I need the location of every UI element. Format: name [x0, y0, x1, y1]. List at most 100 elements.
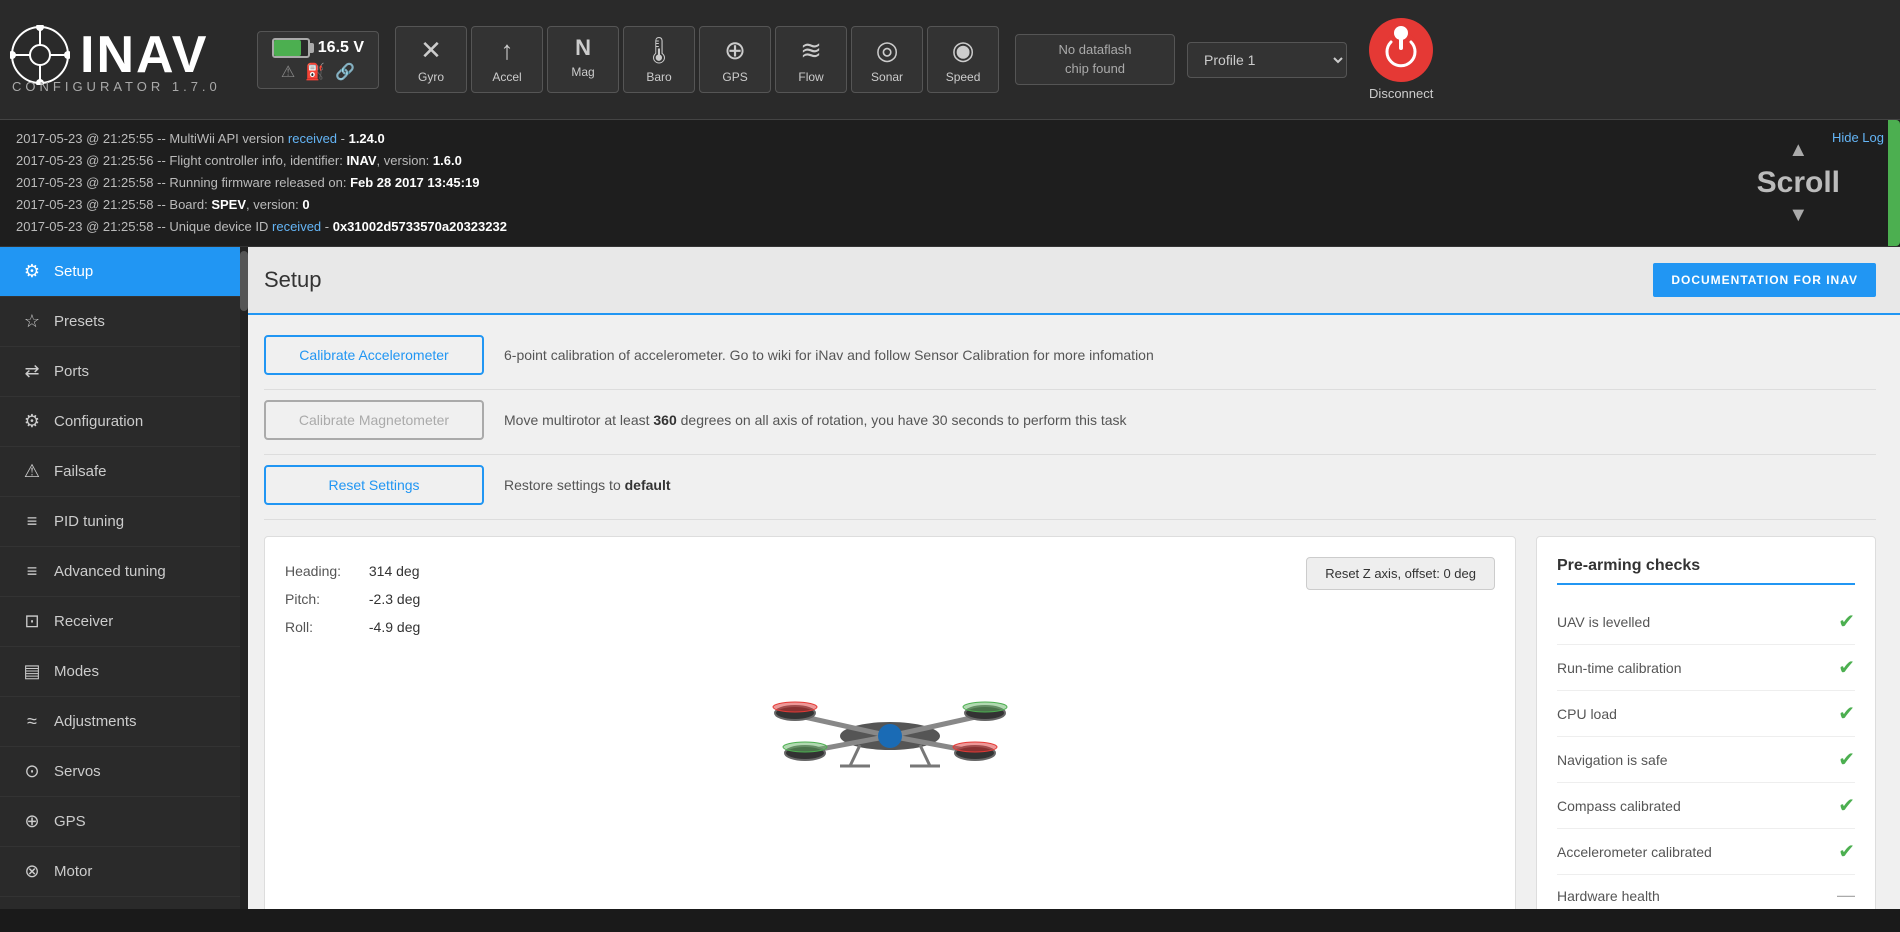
sensor-buttons: ✕ Gyro ↑ Accel N Mag 🌡 Baro ⊕ GPS ≋ Flow… [395, 26, 999, 93]
calibrate-magnetometer-desc: Move multirotor at least 360 degrees on … [504, 412, 1876, 428]
battery-top: 16.5 V [272, 38, 364, 58]
sidebar-label-advanced: Advanced tuning [54, 563, 166, 580]
check-hardware-health: Hardware health — [1557, 875, 1855, 909]
divider-3 [264, 519, 1876, 520]
battery-icon [272, 38, 310, 58]
calibrate-magnetometer-button[interactable]: Calibrate Magnetometer [264, 400, 484, 440]
log-line-5: 2017-05-23 @ 21:25:58 -- Unique device I… [16, 216, 1884, 238]
sidebar-item-servos[interactable]: ⊙ Servos [0, 747, 240, 797]
sidebar-label-motor: Motor [54, 863, 92, 880]
sidebar-scroll-thumb [240, 251, 248, 311]
check-navigation-safe: Navigation is safe ✔ [1557, 737, 1855, 783]
accel-label: Accel [492, 70, 521, 84]
baro-icon: 🌡 [643, 35, 676, 66]
sidebar-scrollbar[interactable] [240, 247, 248, 909]
app-name: INAV [80, 25, 208, 85]
check-uav-levelled: UAV is levelled ✔ [1557, 599, 1855, 645]
scroll-up-icon[interactable]: ▲ [1788, 139, 1808, 162]
check-label-nav: Navigation is safe [1557, 752, 1668, 768]
sensor-mag[interactable]: N Mag [547, 26, 619, 93]
sidebar-item-adjustments[interactable]: ≈ Adjustments [0, 697, 240, 747]
flow-icon: ≋ [800, 35, 822, 66]
reset-settings-button[interactable]: Reset Settings [264, 465, 484, 505]
sidebar-item-modes[interactable]: ▤ Modes [0, 647, 240, 697]
sidebar-item-receiver[interactable]: ⊡ Receiver [0, 597, 240, 647]
pitch-label: Pitch: [285, 585, 365, 613]
check-label-runtime: Run-time calibration [1557, 660, 1682, 676]
check-runtime-calibration: Run-time calibration ✔ [1557, 645, 1855, 691]
sidebar-label-receiver: Receiver [54, 613, 113, 630]
gyro-label: Gyro [418, 70, 444, 84]
sidebar-wrapper: ⚙ Setup ☆ Presets ⇄ Ports ⚙ Configuratio… [0, 247, 240, 909]
drone-svg [740, 671, 1040, 781]
content-header: Setup DOCUMENTATION FOR INAV [240, 247, 1900, 315]
app-subtitle: CONFIGURATOR 1.7.0 [12, 79, 221, 94]
motor-icon: ⊗ [20, 861, 44, 882]
gps-icon: ⊕ [724, 35, 746, 66]
logo-icon [10, 25, 70, 85]
pid-icon: ≡ [20, 511, 44, 532]
reset-settings-desc: Restore settings to default [504, 477, 1876, 493]
reset-settings-row: Reset Settings Restore settings to defau… [264, 465, 1876, 505]
calibrate-accelerometer-button[interactable]: Calibrate Accelerometer [264, 335, 484, 375]
warning-icon: ⚠ [281, 62, 295, 82]
disconnect-icon [1369, 18, 1433, 82]
topbar: INAV CONFIGURATOR 1.7.0 16.5 V ⚠ ⛽ 🔗 ✕ G… [0, 0, 1900, 120]
sonar-label: Sonar [871, 70, 903, 84]
bold-360: 360 [653, 412, 676, 428]
sidebar-item-advanced-tuning[interactable]: ≡ Advanced tuning [0, 547, 240, 597]
sidebar: ⚙ Setup ☆ Presets ⇄ Ports ⚙ Configuratio… [0, 247, 240, 909]
calibrate-accelerometer-row: Calibrate Accelerometer 6-point calibrat… [264, 335, 1876, 375]
sidebar-item-gps[interactable]: ⊕ GPS [0, 797, 240, 847]
sidebar-item-ports[interactable]: ⇄ Ports [0, 347, 240, 397]
sidebar-label-presets: Presets [54, 313, 105, 330]
sidebar-item-pid-tuning[interactable]: ≡ PID tuning [0, 497, 240, 547]
reset-z-axis-button[interactable]: Reset Z axis, offset: 0 deg [1306, 557, 1495, 590]
sidebar-item-presets[interactable]: ☆ Presets [0, 297, 240, 347]
content-area: Setup DOCUMENTATION FOR INAV Calibrate A… [240, 247, 1900, 909]
scroll-down-icon[interactable]: ▼ [1788, 204, 1808, 227]
sidebar-label-gps: GPS [54, 813, 86, 830]
roll-value: -4.9 deg [369, 613, 449, 641]
check-label-hardware: Hardware health [1557, 888, 1660, 904]
profile-select[interactable]: Profile 1 Profile 2 Profile 3 [1187, 42, 1347, 78]
scroll-indicator [1888, 120, 1900, 246]
sidebar-item-motor[interactable]: ⊗ Motor [0, 847, 240, 897]
drone-visual [285, 671, 1495, 781]
sidebar-label-modes: Modes [54, 663, 99, 680]
sidebar-item-configuration[interactable]: ⚙ Configuration [0, 397, 240, 447]
page-title: Setup [264, 267, 322, 293]
prearming-title: Pre-arming checks [1557, 557, 1855, 585]
sensor-gyro[interactable]: ✕ Gyro [395, 26, 467, 93]
speed-label: Speed [946, 70, 981, 84]
servos-icon: ⊙ [20, 761, 44, 782]
divider-1 [264, 389, 1876, 390]
documentation-button[interactable]: DOCUMENTATION FOR INAV [1653, 263, 1876, 297]
sidebar-label-ports: Ports [54, 363, 89, 380]
link-icon: 🔗 [335, 62, 355, 82]
parachute-icon: ⛽ [305, 62, 325, 82]
sidebar-item-setup[interactable]: ⚙ Setup [0, 247, 240, 297]
sensor-speed[interactable]: ◉ Speed [927, 26, 999, 93]
mag-icon: N [575, 35, 591, 61]
battery-voltage: 16.5 V [318, 39, 364, 57]
check-ok-uav-levelled: ✔ [1838, 609, 1855, 634]
adjustments-icon: ≈ [20, 711, 44, 732]
bold-default: default [625, 477, 671, 493]
sidebar-item-failsafe[interactable]: ⚠ Failsafe [0, 447, 240, 497]
sensor-flow[interactable]: ≋ Flow [775, 26, 847, 93]
check-cpu-load: CPU load ✔ [1557, 691, 1855, 737]
sensor-gps[interactable]: ⊕ GPS [699, 26, 771, 93]
mag-label: Mag [571, 65, 594, 79]
failsafe-icon: ⚠ [20, 461, 44, 482]
sidebar-label-adjustments: Adjustments [54, 713, 137, 730]
divider-2 [264, 454, 1876, 455]
sensor-sonar[interactable]: ◎ Sonar [851, 26, 923, 93]
check-label-uav-levelled: UAV is levelled [1557, 614, 1650, 630]
sensor-baro[interactable]: 🌡 Baro [623, 26, 695, 93]
sensor-accel[interactable]: ↑ Accel [471, 26, 543, 93]
log-line-2: 2017-05-23 @ 21:25:56 -- Flight controll… [16, 150, 1884, 172]
disconnect-button[interactable]: Disconnect [1369, 18, 1433, 101]
battery-tip [310, 43, 314, 53]
presets-icon: ☆ [20, 311, 44, 332]
